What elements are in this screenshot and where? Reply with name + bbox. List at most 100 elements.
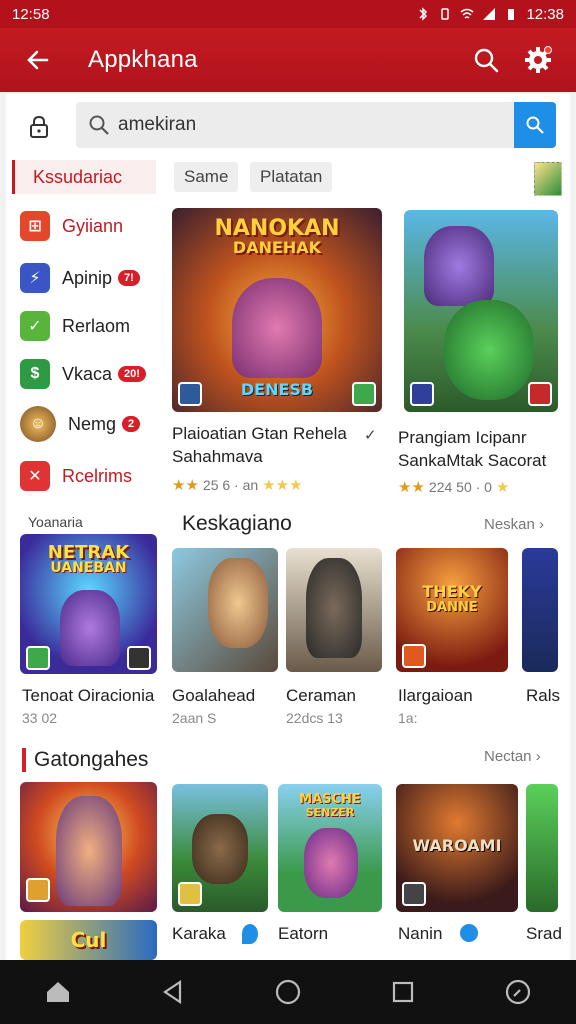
title-line-2: Sahahmava <box>172 447 263 466</box>
game-tile-3-name: Ceraman <box>286 686 356 705</box>
game-tile-6[interactable] <box>20 782 157 912</box>
sidebar-item-label: Nemg <box>68 413 117 434</box>
art-subtitle: DANEHAK <box>232 238 322 257</box>
character-art <box>232 278 322 378</box>
sidebar-item-label: Rerlaom <box>62 315 131 336</box>
back-triangle-icon <box>162 980 181 1004</box>
section-1-more-link[interactable]: Neskan › <box>484 516 544 533</box>
featured-card-1-image[interactable]: NANOKAN DANEHAK DENESB <box>172 208 382 412</box>
sidebar-item-label: Apinip <box>62 267 113 288</box>
search-button[interactable] <box>466 40 506 80</box>
recents-nav-button[interactable] <box>381 970 425 1014</box>
game-tile-10-name: Srad <box>526 924 562 943</box>
game-tile-9-name: Nanin <box>398 924 443 943</box>
search-row <box>6 102 570 148</box>
game-tile-5[interactable] <box>522 548 558 672</box>
featured-card-1-title[interactable]: Plaioatian Gtan Rehela Sahahmava <box>172 422 382 468</box>
sidebar-item-gyiiann[interactable]: ⊞ Gyiiann <box>20 206 170 246</box>
back-nav-button[interactable] <box>151 970 195 1014</box>
character-art <box>444 300 534 400</box>
chip-platatan[interactable]: Platatan <box>250 162 333 192</box>
home-circle-button[interactable] <box>266 970 310 1014</box>
featured-card-1-rating: ★★ 25 6 · an ★★★ <box>172 476 303 494</box>
corner-thumbnail[interactable] <box>534 162 562 196</box>
home-nav-button[interactable] <box>36 970 80 1014</box>
game-tile-1[interactable]: NETRAK UANEBAN <box>20 534 157 674</box>
more-label: Nectan <box>484 748 532 765</box>
sidebar-item-label: Rcelrims <box>62 465 132 486</box>
featured-card-2-title[interactable]: Prangiam Icipanr SankaMtak Sacorat <box>398 426 568 472</box>
art-subtitle: SENZER <box>305 806 355 819</box>
chip-same[interactable]: Same <box>174 162 239 192</box>
featured-card-2-image[interactable] <box>404 210 558 412</box>
game-tile-4[interactable]: THEKY DANNE <box>396 548 508 672</box>
avatar-icon: ☺ <box>20 406 56 442</box>
filter-chips: Kssudariac Same Platatan <box>6 160 570 196</box>
status-bar: 12:58 12:38 <box>0 0 576 28</box>
compass-nav-button[interactable] <box>496 970 540 1014</box>
search-submit-button[interactable] <box>514 102 556 148</box>
title-line-1: Prangiam Icipanr <box>398 428 527 447</box>
more-label: Neskan <box>484 516 535 533</box>
sidebar-item-vkaca[interactable]: $ Vkaca 20! <box>20 354 170 394</box>
game-tile-11[interactable]: Cul <box>20 920 157 960</box>
rating-text: 224 50 · 0 <box>428 479 492 495</box>
game-tile-4-name: Ilargaioan <box>398 686 473 705</box>
sidebar-item-rerlaom[interactable]: ✓ Rerlaom <box>20 306 170 346</box>
game-tile-7-name: Karaka <box>172 924 226 943</box>
content-area: Kssudariac Same Platatan ⊞ Gyiiann ⚡ Api… <box>6 94 570 960</box>
game-tile-3[interactable] <box>286 548 382 672</box>
featured-card-2-rating: ★★ 224 50 · 0 ★ <box>398 478 509 496</box>
app-icon <box>26 646 50 670</box>
title-line-2: SankaMtak Sacorat <box>398 451 547 470</box>
section-2-more-link[interactable]: Nectan › <box>484 748 541 765</box>
battery-icon <box>508 9 515 20</box>
app-icon <box>352 382 376 406</box>
art-subtitle: DANNE <box>426 600 478 615</box>
art-subtitle: UANEBAN <box>50 560 127 576</box>
app-bar: Appkhana <box>0 28 576 92</box>
game-tile-10[interactable] <box>526 784 558 912</box>
sidebar-badge: 2 <box>122 416 141 432</box>
lock-button[interactable] <box>24 112 54 142</box>
sidebar-item-label: Gyiiann <box>62 215 124 236</box>
app-icon <box>528 382 552 406</box>
chip-active[interactable]: Kssudariac <box>12 160 156 194</box>
square-icon <box>393 981 414 1003</box>
sidebar-item-nemg[interactable]: ☺ Nemg 2 <box>20 404 170 444</box>
sidebar-item-rcelrims[interactable]: ✕ Rcelrims <box>20 456 170 496</box>
game-tile-9[interactable]: WAROAMI <box>396 784 518 912</box>
check-icon: ✓ <box>364 427 377 444</box>
section-2-title: Gatongahes <box>22 748 148 772</box>
status-time: 12:58 <box>12 5 50 23</box>
character-art <box>60 590 120 666</box>
rating-text: 25 6 · an <box>202 477 259 493</box>
game-tile-8[interactable]: MASCHE SENZER <box>278 784 382 912</box>
game-tile-1-name: Tenoat Oiracionia <box>22 686 155 705</box>
app-title: Appkhana <box>88 46 198 73</box>
game-tile-2[interactable] <box>172 548 278 672</box>
home-icon <box>46 982 69 1002</box>
app-icon <box>127 646 151 670</box>
circle-icon <box>275 979 301 1005</box>
star-icon: ★★★ <box>262 477 303 494</box>
game-tile-7[interactable] <box>172 784 268 912</box>
art-title: WAROAMI <box>412 836 502 855</box>
art-title: MASCHE <box>299 792 361 807</box>
search-input[interactable] <box>118 114 498 136</box>
star-icon: ★★ <box>398 479 425 496</box>
wifi-icon <box>460 8 474 19</box>
sidebar-item-apinip[interactable]: ⚡ Apinip 7! <box>20 258 170 298</box>
sidebar-badge: 7! <box>118 270 140 286</box>
app-icon <box>402 882 426 906</box>
compass-icon <box>506 979 531 1005</box>
notification-dot <box>544 46 552 54</box>
arrow-left-icon <box>27 50 49 70</box>
character-art <box>306 558 362 658</box>
bluetooth-icon <box>419 7 428 21</box>
character-art <box>192 814 248 884</box>
app-icon <box>402 644 426 668</box>
star-icon: ★ <box>495 479 510 496</box>
back-button[interactable] <box>18 40 58 80</box>
settings-button[interactable] <box>518 40 558 80</box>
